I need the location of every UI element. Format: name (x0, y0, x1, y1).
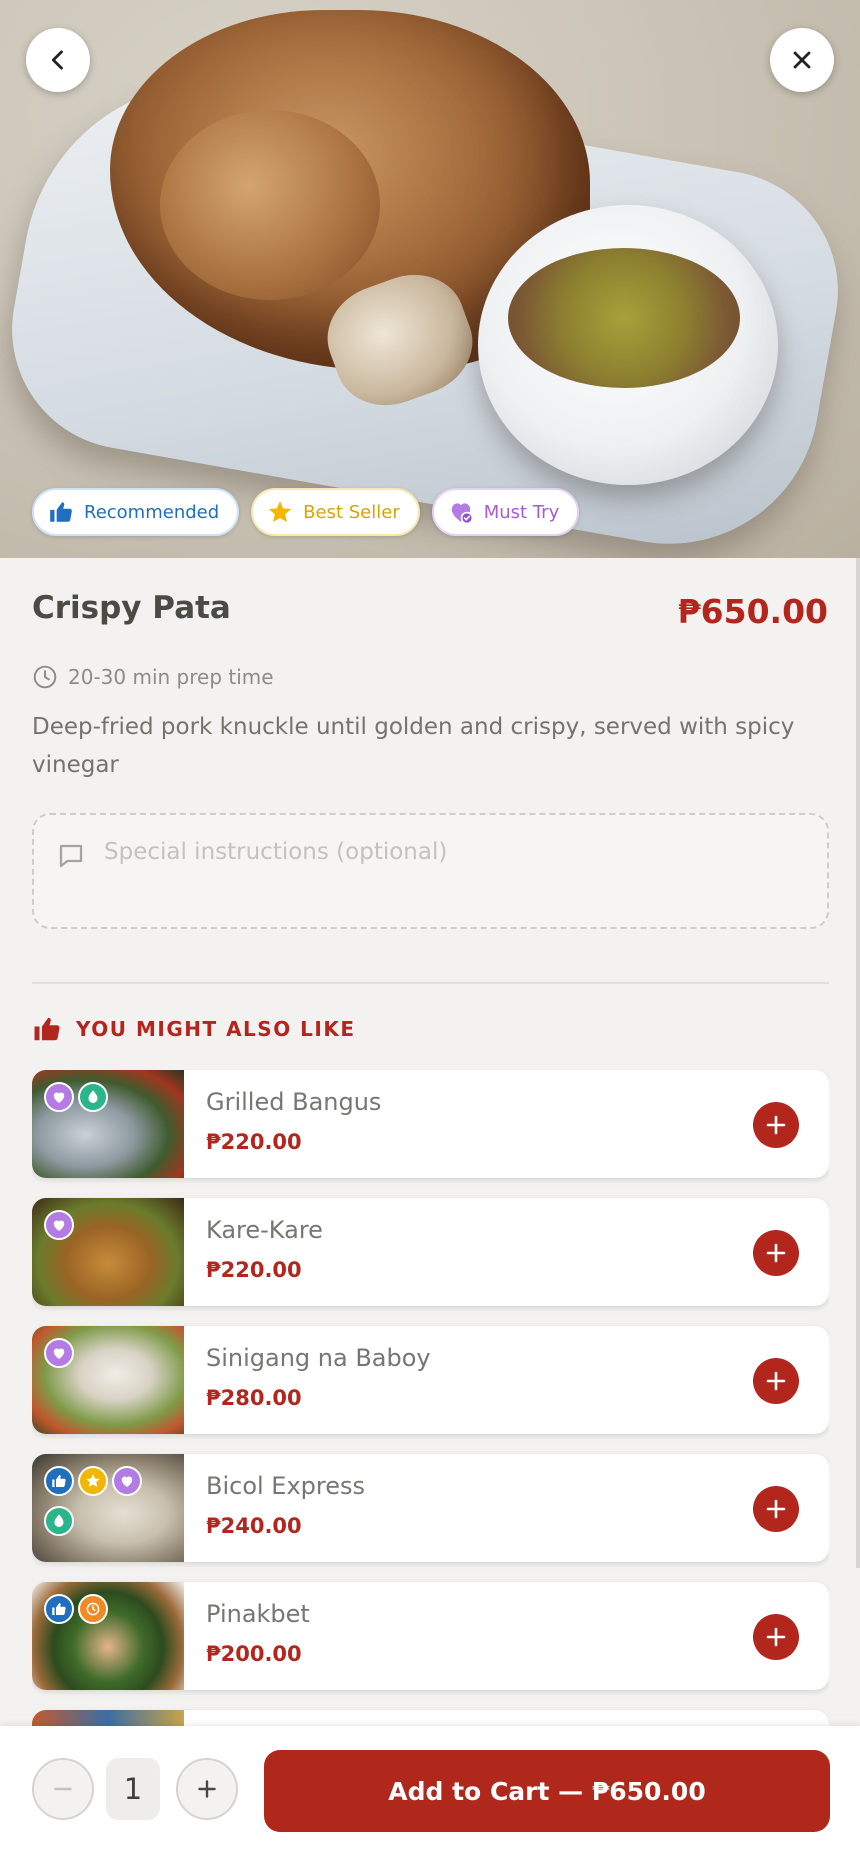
close-icon (793, 51, 811, 69)
suggestion-price: ₱240.00 (206, 1514, 302, 1538)
spicy-icon (44, 1506, 74, 1536)
back-button[interactable] (26, 28, 90, 92)
suggestion-name: Grilled Bangus (206, 1088, 382, 1116)
dish-hero-image (0, 0, 860, 558)
suggestions-title: YOU MIGHT ALSO LIKE (76, 1017, 356, 1041)
message-icon (59, 844, 83, 868)
suggestion-name: Pinakbet (206, 1600, 310, 1628)
suggestion-card[interactable] (32, 1710, 829, 1726)
add-suggestion-button[interactable] (753, 1230, 799, 1276)
suggestion-name: Sinigang na Baboy (206, 1344, 431, 1372)
chevron-left-icon (51, 50, 63, 70)
dish-price: ₱650.00 (677, 592, 828, 631)
special-instructions-input[interactable] (104, 839, 744, 865)
add-suggestion-button[interactable] (753, 1358, 799, 1404)
add-suggestion-button[interactable] (753, 1102, 799, 1148)
suggestion-price: ₱220.00 (206, 1258, 302, 1282)
dish-title: Crispy Pata (32, 590, 231, 626)
dish-description: Deep-fried pork knuckle until golden and… (32, 714, 795, 778)
thumbs-up-icon (50, 502, 72, 522)
suggestion-thumbnail (32, 1454, 184, 1562)
suggestion-thumbnail (32, 1582, 184, 1690)
add-suggestion-button[interactable] (753, 1614, 799, 1660)
divider (32, 982, 829, 984)
must-try-icon (44, 1210, 74, 1240)
increase-quantity-button[interactable] (176, 1758, 238, 1820)
spicy-icon (78, 1082, 108, 1112)
must-try-icon (44, 1338, 74, 1368)
quick-prep-icon (78, 1594, 108, 1624)
suggestion-name: Kare-Kare (206, 1216, 323, 1244)
decrease-quantity-button[interactable] (32, 1758, 94, 1820)
prep-time-text: 20-30 min prep time (68, 665, 274, 689)
heart-check-icon (451, 503, 473, 525)
best-seller-badge: Best Seller (251, 488, 420, 536)
plus-icon (766, 1499, 786, 1519)
recommended-icon (44, 1594, 74, 1624)
suggestion-card[interactable]: Grilled Bangus ₱220.00 (32, 1070, 829, 1178)
best-seller-icon (78, 1466, 108, 1496)
suggestion-price: ₱280.00 (206, 1386, 302, 1410)
suggestion-name: Bicol Express (206, 1472, 366, 1500)
special-instructions-field[interactable] (32, 813, 829, 929)
suggestion-card[interactable]: Sinigang na Baboy ₱280.00 (32, 1326, 829, 1434)
suggestion-thumbnail (32, 1326, 184, 1434)
add-suggestion-button[interactable] (753, 1486, 799, 1532)
plus-icon (766, 1627, 786, 1647)
scrollbar[interactable] (856, 558, 860, 1568)
suggestion-thumbnail (32, 1070, 184, 1178)
suggestion-price: ₱200.00 (206, 1642, 302, 1666)
minus-icon (54, 1787, 72, 1791)
suggestion-card[interactable]: Bicol Express ₱240.00 (32, 1454, 829, 1562)
must-try-icon (44, 1082, 74, 1112)
suggestion-thumbnail (32, 1710, 184, 1726)
close-button[interactable] (770, 28, 834, 92)
suggestion-thumbnail (32, 1198, 184, 1306)
plus-icon (198, 1780, 216, 1798)
dish-badges: Recommended Best Seller Must Try (32, 488, 580, 536)
quantity-value: 1 (106, 1758, 160, 1820)
must-try-icon (112, 1466, 142, 1496)
recommended-icon (44, 1466, 74, 1496)
suggestions-list: Grilled Bangus ₱220.00 Kare-Kare ₱220.00… (32, 1070, 829, 1726)
thumbs-up-icon (34, 1017, 60, 1041)
add-to-cart-button[interactable]: Add to Cart — ₱650.00 (264, 1750, 830, 1832)
suggestions-header: YOU MIGHT ALSO LIKE (32, 1014, 356, 1044)
suggestion-price: ₱220.00 (206, 1130, 302, 1154)
suggestion-card[interactable]: Kare-Kare ₱220.00 (32, 1198, 829, 1306)
star-icon (269, 501, 292, 522)
clock-icon (33, 665, 57, 689)
recommended-badge: Recommended (32, 488, 240, 536)
prep-time: 20-30 min prep time (32, 664, 274, 690)
plus-icon (766, 1115, 786, 1135)
plus-icon (766, 1243, 786, 1263)
plus-icon (766, 1371, 786, 1391)
cart-bar: 1 Add to Cart — ₱650.00 (0, 1726, 860, 1862)
suggestion-card[interactable]: Pinakbet ₱200.00 (32, 1582, 829, 1690)
must-try-badge: Must Try (431, 488, 580, 536)
